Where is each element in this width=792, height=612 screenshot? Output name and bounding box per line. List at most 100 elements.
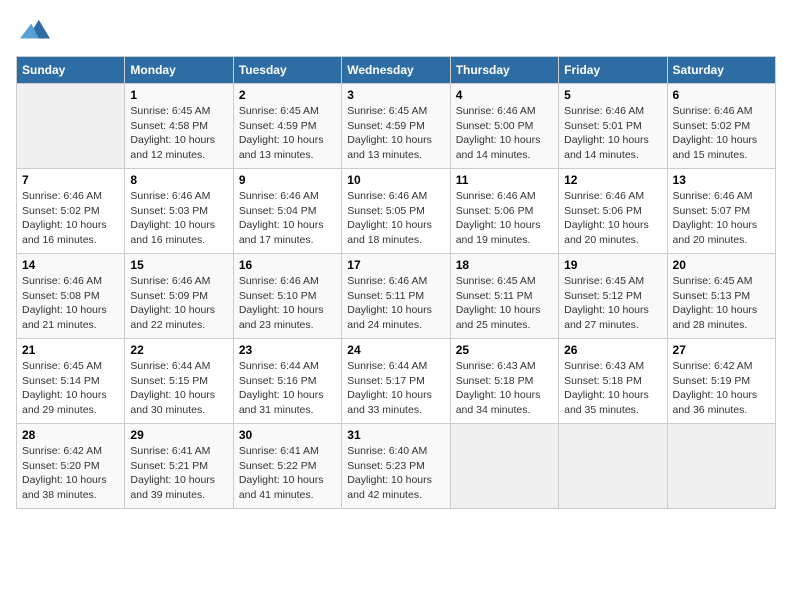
day-cell: 10 Sunrise: 6:46 AM Sunset: 5:05 PM Dayli… [342,169,450,254]
day-number: 19 [564,258,661,272]
day-info: Sunrise: 6:46 AM Sunset: 5:10 PM Dayligh… [239,274,336,333]
day-info: Sunrise: 6:46 AM Sunset: 5:08 PM Dayligh… [22,274,119,333]
day-number: 23 [239,343,336,357]
logo [16,16,50,46]
day-cell: 7 Sunrise: 6:46 AM Sunset: 5:02 PM Daylig… [17,169,125,254]
day-number: 30 [239,428,336,442]
day-info: Sunrise: 6:44 AM Sunset: 5:16 PM Dayligh… [239,359,336,418]
day-cell: 17 Sunrise: 6:46 AM Sunset: 5:11 PM Dayli… [342,254,450,339]
day-number: 7 [22,173,119,187]
day-cell: 24 Sunrise: 6:44 AM Sunset: 5:17 PM Dayli… [342,339,450,424]
day-info: Sunrise: 6:43 AM Sunset: 5:18 PM Dayligh… [456,359,553,418]
day-cell [667,424,775,509]
day-info: Sunrise: 6:45 AM Sunset: 5:14 PM Dayligh… [22,359,119,418]
day-info: Sunrise: 6:45 AM Sunset: 4:59 PM Dayligh… [347,104,444,163]
day-cell [559,424,667,509]
day-header-saturday: Saturday [667,57,775,84]
day-number: 6 [673,88,770,102]
day-info: Sunrise: 6:46 AM Sunset: 5:01 PM Dayligh… [564,104,661,163]
week-row-3: 14 Sunrise: 6:46 AM Sunset: 5:08 PM Dayli… [17,254,776,339]
day-cell: 20 Sunrise: 6:45 AM Sunset: 5:13 PM Dayli… [667,254,775,339]
day-number: 18 [456,258,553,272]
week-row-2: 7 Sunrise: 6:46 AM Sunset: 5:02 PM Daylig… [17,169,776,254]
day-info: Sunrise: 6:46 AM Sunset: 5:02 PM Dayligh… [22,189,119,248]
day-cell: 30 Sunrise: 6:41 AM Sunset: 5:22 PM Dayli… [233,424,341,509]
day-info: Sunrise: 6:46 AM Sunset: 5:02 PM Dayligh… [673,104,770,163]
day-cell: 16 Sunrise: 6:46 AM Sunset: 5:10 PM Dayli… [233,254,341,339]
day-cell: 26 Sunrise: 6:43 AM Sunset: 5:18 PM Dayli… [559,339,667,424]
day-cell: 18 Sunrise: 6:45 AM Sunset: 5:11 PM Dayli… [450,254,558,339]
day-number: 3 [347,88,444,102]
day-cell: 31 Sunrise: 6:40 AM Sunset: 5:23 PM Dayli… [342,424,450,509]
day-info: Sunrise: 6:46 AM Sunset: 5:11 PM Dayligh… [347,274,444,333]
day-cell: 19Sunrise: 6:45 AM Sunset: 5:12 PM Dayli… [559,254,667,339]
day-cell [17,84,125,169]
day-cell: 13 Sunrise: 6:46 AM Sunset: 5:07 PM Dayli… [667,169,775,254]
day-cell: 4 Sunrise: 6:46 AM Sunset: 5:00 PM Daylig… [450,84,558,169]
day-number: 13 [673,173,770,187]
day-info: Sunrise: 6:46 AM Sunset: 5:07 PM Dayligh… [673,189,770,248]
day-info: Sunrise: 6:46 AM Sunset: 5:04 PM Dayligh… [239,189,336,248]
day-info: Sunrise: 6:46 AM Sunset: 5:06 PM Dayligh… [456,189,553,248]
day-info: Sunrise: 6:46 AM Sunset: 5:06 PM Dayligh… [564,189,661,248]
day-number: 14 [22,258,119,272]
day-cell: 28Sunrise: 6:42 AM Sunset: 5:20 PM Dayli… [17,424,125,509]
day-number: 1 [130,88,227,102]
day-cell [450,424,558,509]
day-number: 17 [347,258,444,272]
day-header-thursday: Thursday [450,57,558,84]
day-number: 25 [456,343,553,357]
day-number: 8 [130,173,227,187]
day-number: 15 [130,258,227,272]
day-cell: 2 Sunrise: 6:45 AM Sunset: 4:59 PM Daylig… [233,84,341,169]
day-number: 22 [130,343,227,357]
day-cell: 29 Sunrise: 6:41 AM Sunset: 5:21 PM Dayli… [125,424,233,509]
day-header-friday: Friday [559,57,667,84]
day-cell: 9 Sunrise: 6:46 AM Sunset: 5:04 PM Daylig… [233,169,341,254]
day-number: 9 [239,173,336,187]
week-row-5: 28Sunrise: 6:42 AM Sunset: 5:20 PM Dayli… [17,424,776,509]
day-cell: 5Sunrise: 6:46 AM Sunset: 5:01 PM Daylig… [559,84,667,169]
day-info: Sunrise: 6:46 AM Sunset: 5:03 PM Dayligh… [130,189,227,248]
day-number: 21 [22,343,119,357]
day-cell: 25 Sunrise: 6:43 AM Sunset: 5:18 PM Dayli… [450,339,558,424]
day-info: Sunrise: 6:45 AM Sunset: 4:59 PM Dayligh… [239,104,336,163]
day-info: Sunrise: 6:40 AM Sunset: 5:23 PM Dayligh… [347,444,444,503]
day-cell: 3 Sunrise: 6:45 AM Sunset: 4:59 PM Daylig… [342,84,450,169]
week-row-1: 1 Sunrise: 6:45 AM Sunset: 4:58 PM Daylig… [17,84,776,169]
day-info: Sunrise: 6:42 AM Sunset: 5:20 PM Dayligh… [22,444,119,503]
day-number: 2 [239,88,336,102]
day-number: 16 [239,258,336,272]
day-cell: 27Sunrise: 6:42 AM Sunset: 5:19 PM Dayli… [667,339,775,424]
day-header-sunday: Sunday [17,57,125,84]
day-header-monday: Monday [125,57,233,84]
day-number: 20 [673,258,770,272]
day-number: 11 [456,173,553,187]
day-cell: 14 Sunrise: 6:46 AM Sunset: 5:08 PM Dayli… [17,254,125,339]
day-cell: 11 Sunrise: 6:46 AM Sunset: 5:06 PM Dayli… [450,169,558,254]
day-info: Sunrise: 6:46 AM Sunset: 5:05 PM Dayligh… [347,189,444,248]
day-cell: 22 Sunrise: 6:44 AM Sunset: 5:15 PM Dayli… [125,339,233,424]
days-header-row: SundayMondayTuesdayWednesdayThursdayFrid… [17,57,776,84]
day-number: 10 [347,173,444,187]
day-info: Sunrise: 6:41 AM Sunset: 5:21 PM Dayligh… [130,444,227,503]
day-number: 26 [564,343,661,357]
day-number: 24 [347,343,444,357]
day-info: Sunrise: 6:43 AM Sunset: 5:18 PM Dayligh… [564,359,661,418]
day-cell: 6 Sunrise: 6:46 AM Sunset: 5:02 PM Daylig… [667,84,775,169]
day-header-wednesday: Wednesday [342,57,450,84]
day-info: Sunrise: 6:45 AM Sunset: 5:13 PM Dayligh… [673,274,770,333]
day-info: Sunrise: 6:45 AM Sunset: 4:58 PM Dayligh… [130,104,227,163]
day-info: Sunrise: 6:45 AM Sunset: 5:11 PM Dayligh… [456,274,553,333]
day-info: Sunrise: 6:42 AM Sunset: 5:19 PM Dayligh… [673,359,770,418]
day-info: Sunrise: 6:46 AM Sunset: 5:00 PM Dayligh… [456,104,553,163]
day-info: Sunrise: 6:44 AM Sunset: 5:15 PM Dayligh… [130,359,227,418]
day-info: Sunrise: 6:46 AM Sunset: 5:09 PM Dayligh… [130,274,227,333]
day-info: Sunrise: 6:41 AM Sunset: 5:22 PM Dayligh… [239,444,336,503]
day-number: 31 [347,428,444,442]
day-number: 29 [130,428,227,442]
day-number: 4 [456,88,553,102]
logo-icon [20,16,50,46]
day-info: Sunrise: 6:44 AM Sunset: 5:17 PM Dayligh… [347,359,444,418]
day-cell: 15 Sunrise: 6:46 AM Sunset: 5:09 PM Dayli… [125,254,233,339]
